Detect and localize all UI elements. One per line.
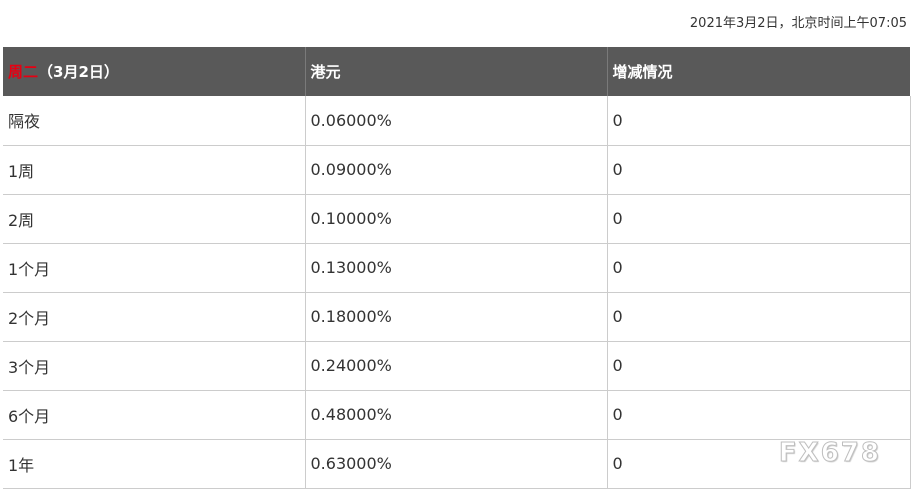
timestamp: 2021年3月2日，北京时间上午07:05 xyxy=(689,16,907,31)
cell-term: 3个月 xyxy=(3,341,306,391)
cell-change: 0 xyxy=(606,145,911,195)
cell-rate: 0.18000% xyxy=(304,292,608,342)
table-row: 2个月 0.18000% 0 xyxy=(3,292,911,342)
hibor-rates-table: 周二（3月2日） 港元 增减情况 隔夜 0.06000% 0 1周 0.0900… xyxy=(3,47,911,489)
cell-rate: 0.24000% xyxy=(304,341,608,391)
cell-term: 1个月 xyxy=(3,243,306,293)
header-term: 周二（3月2日） xyxy=(3,47,305,96)
header-currency: 港元 xyxy=(304,47,607,96)
table-header-row: 周二（3月2日） 港元 增减情况 xyxy=(3,47,910,96)
cell-change: 0 xyxy=(606,292,911,342)
header-day: 周二 xyxy=(8,63,39,81)
table-row: 2周 0.10000% 0 xyxy=(3,194,911,244)
cell-rate: 0.48000% xyxy=(304,390,608,440)
header-date: （3月2日） xyxy=(38,63,119,81)
cell-change: 0 xyxy=(606,390,911,440)
cell-term: 2周 xyxy=(3,194,306,244)
table-row: 1年 0.63000% 0 xyxy=(3,439,911,489)
cell-rate: 0.63000% xyxy=(304,439,608,489)
table-row: 隔夜 0.06000% 0 xyxy=(3,96,911,146)
cell-change: 0 xyxy=(606,194,911,244)
cell-rate: 0.10000% xyxy=(304,194,608,244)
cell-term: 2个月 xyxy=(3,292,306,342)
table-row: 6个月 0.48000% 0 xyxy=(3,390,911,440)
cell-term: 6个月 xyxy=(3,390,306,440)
cell-rate: 0.13000% xyxy=(304,243,608,293)
cell-term: 1年 xyxy=(3,439,306,489)
table-row: 1个月 0.13000% 0 xyxy=(3,243,911,293)
cell-change: 0 xyxy=(606,341,911,391)
cell-change: 0 xyxy=(606,96,911,146)
cell-rate: 0.06000% xyxy=(304,96,608,146)
cell-term: 隔夜 xyxy=(3,96,306,146)
table-row: 3个月 0.24000% 0 xyxy=(3,341,911,391)
header-change: 增减情况 xyxy=(606,47,910,96)
cell-rate: 0.09000% xyxy=(304,145,608,195)
table-row: 1周 0.09000% 0 xyxy=(3,145,911,195)
fx678-watermark: FX678 xyxy=(778,438,881,469)
page: 2021年3月2日，北京时间上午07:05 周二（3月2日） 港元 增减情况 隔… xyxy=(0,0,911,492)
cell-change: 0 xyxy=(606,243,911,293)
cell-term: 1周 xyxy=(3,145,306,195)
